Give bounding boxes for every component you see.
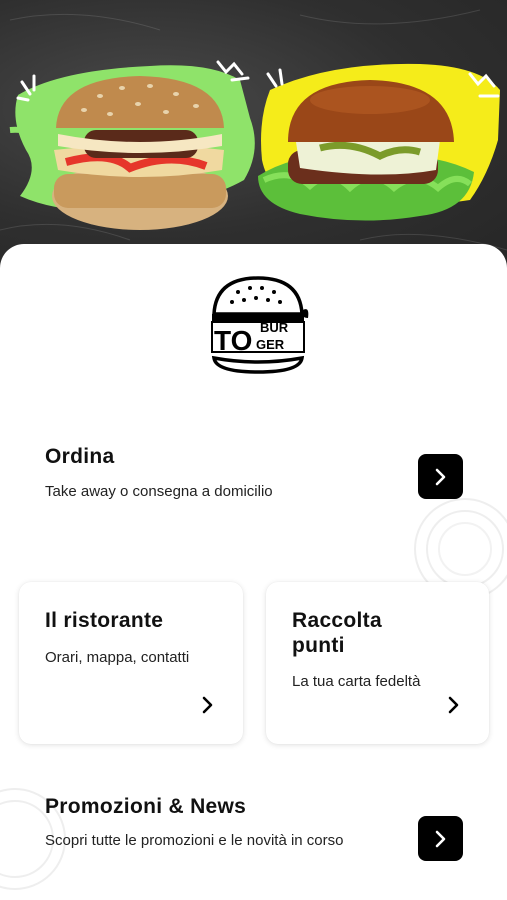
- order-button[interactable]: [418, 454, 463, 499]
- promo-button[interactable]: [418, 816, 463, 861]
- hero-burgers-illustration: [0, 9, 507, 251]
- chevron-right-icon: [202, 696, 213, 714]
- loyalty-card-title: Raccolta punti: [292, 609, 382, 657]
- hero-banner: [0, 0, 507, 270]
- svg-text:GER: GER: [256, 337, 285, 352]
- restaurant-card-title: Il ristorante: [45, 609, 164, 632]
- svg-text:BUR: BUR: [260, 320, 289, 335]
- restaurant-card-subtitle: Orari, mappa, contatti: [45, 649, 190, 666]
- promo-title: Promozioni & News: [45, 795, 247, 818]
- left-burger-image: [52, 76, 228, 230]
- promo-section[interactable]: Promozioni & News Scopri tutte le promoz…: [45, 794, 365, 853]
- order-subtitle: Take away o consegna a domicilio: [45, 483, 273, 500]
- chevron-right-icon: [448, 696, 459, 714]
- order-title: Ordina: [45, 445, 115, 468]
- content-panel: TO BUR GER Ordina Take away o consegna a…: [0, 244, 507, 900]
- loyalty-points-card[interactable]: Raccolta punti La tua carta fedeltà: [266, 582, 489, 744]
- order-section[interactable]: Ordina Take away o consegna a domicilio: [45, 444, 475, 514]
- restaurant-card[interactable]: Il ristorante Orari, mappa, contatti: [19, 582, 243, 744]
- chevron-right-icon: [435, 468, 445, 485]
- chevron-right-icon: [435, 830, 445, 847]
- loyalty-card-subtitle: La tua carta fedeltà: [292, 673, 421, 690]
- toburger-logo: TO BUR GER: [204, 274, 314, 376]
- promo-subtitle: Scopri tutte le promozioni e le novità i…: [45, 832, 344, 849]
- svg-text:TO: TO: [214, 325, 252, 356]
